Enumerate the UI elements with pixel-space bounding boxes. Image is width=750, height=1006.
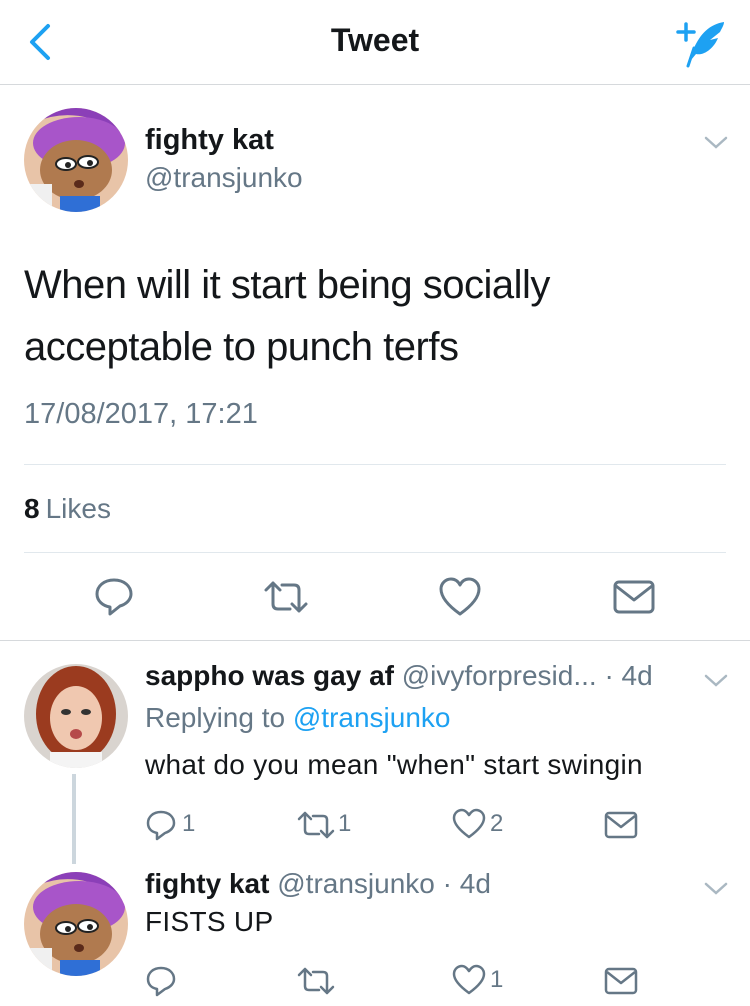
page-title: Tweet [330,22,420,58]
reply-text: FISTS UP [145,906,274,937]
reply-options-button[interactable] [703,672,729,690]
chevron-down-icon [704,136,728,149]
replying-to-link[interactable]: @transjunko [293,702,451,733]
like-count: 1 [490,966,504,993]
heart-icon[interactable] [452,964,486,996]
direct-message-icon[interactable] [604,810,638,840]
replying-to-label: Replying to [145,702,286,733]
tweet-text-line: acceptable to punch terfs [24,325,459,369]
section-separator [0,640,750,641]
compose-tweet-button[interactable] [674,18,728,68]
chevron-down-icon [704,882,728,895]
reply-time: · 4d [604,660,653,691]
likes-label: Likes [45,493,111,524]
reply-header: fighty kat @transjunko · 4d [145,868,491,900]
direct-message-icon[interactable] [612,578,656,616]
retweet-icon[interactable] [262,578,310,616]
heart-icon[interactable] [452,808,486,840]
reply-count: 1 [182,810,196,837]
avatar-photo-image [24,664,128,768]
reply-icon[interactable] [145,808,177,842]
tweet-options-button[interactable] [703,134,729,152]
reply-text: what do you mean "when" start swingin [145,749,643,780]
reply-author-handle[interactable]: @ivyforpresid... [402,660,597,691]
tweet-timestamp: 17/08/2017, 17:21 [24,398,258,430]
avatar[interactable] [24,872,128,976]
divider [24,552,726,553]
reply-author-name[interactable]: sappho was gay af [145,660,394,691]
heart-icon[interactable] [438,576,482,618]
author-name[interactable]: fighty kat [145,124,274,157]
divider [24,464,726,465]
reply-header: sappho was gay af @ivyforpresid... · 4d [145,660,653,692]
likes-count: 8 [24,493,40,524]
avatar[interactable] [24,108,128,212]
likes-summary[interactable]: 8 Likes [24,493,111,525]
reply-options-button[interactable] [703,880,729,898]
tweet-text-line: When will it start being socially [24,263,550,307]
avatar-cartoon-image [24,108,128,212]
chevron-down-icon [704,674,728,687]
reply-icon[interactable] [92,574,136,618]
retweet-count: 1 [338,810,352,837]
thread-connector [72,774,76,864]
author-handle[interactable]: @transjunko [145,162,303,194]
reply-author-handle[interactable]: @transjunko [277,868,435,899]
reply-icon[interactable] [145,964,177,998]
reply-time: · 4d [442,868,491,899]
replying-to: Replying to @transjunko [145,702,450,734]
retweet-icon[interactable] [296,966,336,996]
reply-author-name[interactable]: fighty kat [145,868,269,899]
retweet-icon[interactable] [296,810,336,840]
tweet-text: When will it start being socially accept… [24,254,714,378]
avatar-cartoon-image [24,872,128,976]
direct-message-icon[interactable] [604,966,638,996]
like-count: 2 [490,810,504,837]
avatar[interactable] [24,664,128,768]
compose-feather-icon [676,22,724,68]
